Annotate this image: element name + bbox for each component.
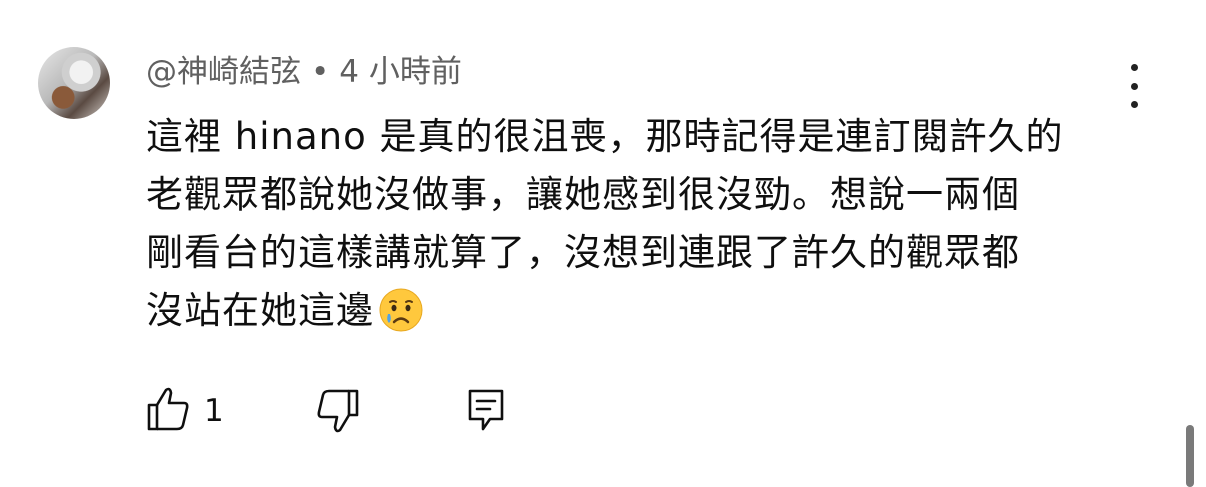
- more-dot: [1130, 64, 1138, 71]
- comment-actions: 1: [0, 385, 1206, 437]
- comment-text: 這裡 hinano 是真的很沮喪，那時記得是連訂閱許久的 老觀眾都說她沒做事，讓…: [146, 108, 1146, 350]
- thumbs-down-icon: [316, 389, 360, 439]
- comment-line: 沒站在她這邊: [146, 289, 374, 332]
- thumbs-up-icon: [146, 385, 190, 437]
- more-dot: [1130, 101, 1138, 108]
- avatar[interactable]: [38, 47, 110, 119]
- comment-line: 剛看台的這樣講就算了，沒想到連跟了許久的觀眾都: [146, 231, 1020, 274]
- like-button[interactable]: 1: [146, 385, 224, 437]
- scrollbar[interactable]: [1186, 425, 1194, 487]
- more-options-button[interactable]: [1116, 64, 1152, 108]
- comment-last-line: 沒站在她這邊: [146, 282, 1146, 350]
- dislike-button[interactable]: [316, 387, 360, 439]
- comment-line: 這裡 hinano 是真的很沮喪，那時記得是連訂閱許久的: [146, 115, 1064, 158]
- author-name[interactable]: @神崎結弦: [146, 54, 301, 90]
- more-dot: [1130, 82, 1138, 90]
- like-count: 1: [204, 393, 224, 429]
- meta-separator: •: [311, 54, 330, 90]
- comment-line: 老觀眾都說她沒做事，讓她感到很沒勁。想說一兩個: [146, 173, 1020, 216]
- crying-face-icon: [378, 287, 424, 350]
- comment-time[interactable]: 4 小時前: [339, 54, 462, 90]
- reply-icon: [466, 389, 506, 437]
- comment-meta: @神崎結弦 • 4 小時前: [146, 52, 462, 92]
- reply-button[interactable]: [466, 387, 506, 437]
